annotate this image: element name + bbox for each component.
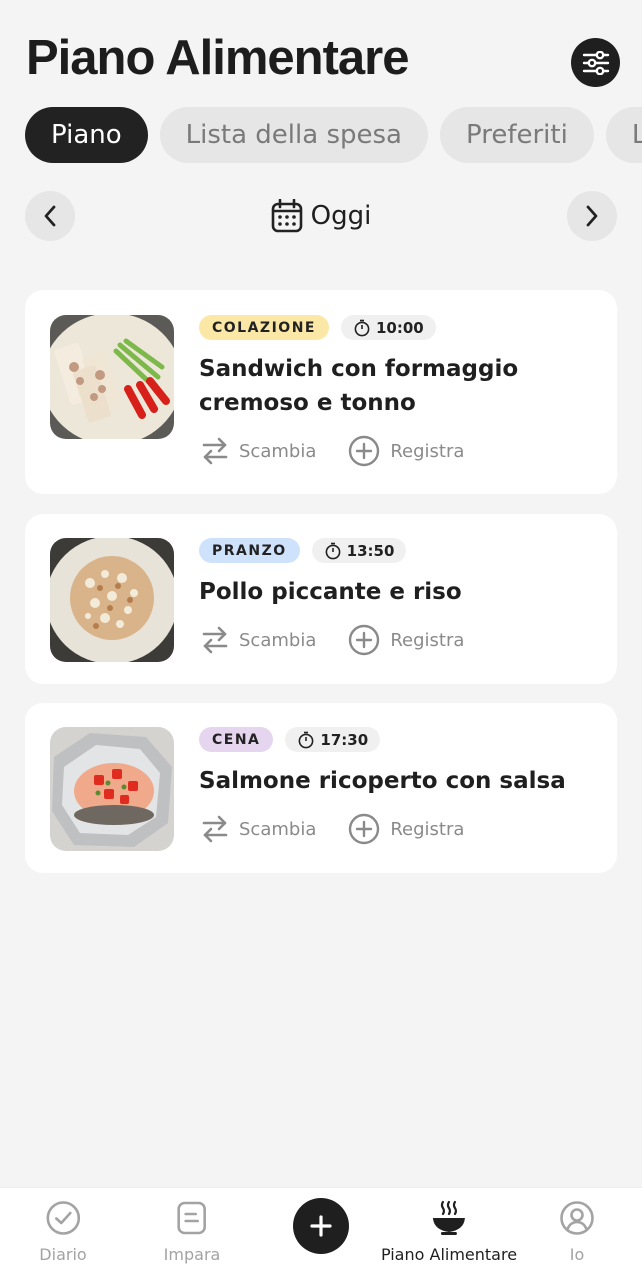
meal-name: Pollo piccante e riso <box>199 579 462 605</box>
document-icon <box>177 1201 207 1235</box>
sliders-icon <box>582 50 609 75</box>
date-selector[interactable]: Oggi <box>0 196 642 236</box>
meal-time: 13:50 <box>311 538 407 563</box>
nav-label: Piano Alimentare <box>380 1245 518 1264</box>
meal-type-badge: PRANZO <box>199 538 300 563</box>
meal-name: Sandwich con formaggio cremoso e tonno <box>199 356 519 416</box>
page-title: Piano Alimentare <box>26 31 409 85</box>
stopwatch-icon <box>298 731 314 748</box>
meal-photo <box>50 727 174 851</box>
swap-meal-button[interactable]: Scambia <box>201 625 316 655</box>
plus-circle-icon <box>349 813 380 845</box>
meal-time: 10:00 <box>340 315 436 340</box>
swap-label: Scambia <box>239 629 317 651</box>
date-label: Oggi <box>310 201 372 231</box>
nav-item-piano-alimentare[interactable]: Piano Alimentare <box>381 1198 517 1264</box>
log-label: Registra <box>390 629 465 651</box>
nav-label: Io <box>569 1245 585 1264</box>
swap-arrows-icon <box>202 437 228 465</box>
meal-photo <box>50 315 174 439</box>
meal-time: 17:30 <box>285 727 381 752</box>
meal-time-label: 13:50 <box>346 541 395 560</box>
bottom-navigation: Diario Impara Piano Alimentare Io <box>0 1187 642 1280</box>
user-circle-icon <box>560 1201 594 1235</box>
nav-item-diario[interactable]: Diario <box>39 1198 87 1264</box>
meal-card-lunch[interactable]: PRANZO 13:50 Pollo piccante e riso Scamb… <box>25 514 617 684</box>
filter-settings-button[interactable] <box>571 38 620 87</box>
stopwatch-icon <box>354 319 370 336</box>
meal-card-breakfast[interactable]: COLAZIONE 10:00 Sandwich con formaggio c… <box>25 290 617 494</box>
log-meal-button[interactable]: Registra <box>348 624 464 656</box>
swap-meal-button[interactable]: Scambia <box>201 436 316 466</box>
meal-name: Salmone ricoperto con salsa <box>199 768 566 794</box>
swap-meal-button[interactable]: Scambia <box>201 814 316 844</box>
stopwatch-icon <box>325 542 341 559</box>
meal-time-label: 10:00 <box>375 318 424 337</box>
calendar-icon <box>271 199 302 233</box>
meal-type-badge: COLAZIONE <box>199 315 329 340</box>
meal-photo <box>50 538 174 662</box>
nav-item-io[interactable]: Io <box>559 1198 595 1264</box>
nav-label: Impara <box>163 1245 221 1264</box>
chevron-right-icon <box>586 205 598 227</box>
swap-label: Scambia <box>239 440 317 462</box>
nav-label: Diario <box>39 1245 87 1264</box>
check-circle-icon <box>46 1201 80 1235</box>
swap-arrows-icon <box>202 815 228 843</box>
tab-favorites[interactable]: Preferiti <box>439 107 594 163</box>
nav-item-impara[interactable]: Impara <box>163 1198 221 1264</box>
swap-arrows-icon <box>202 626 228 654</box>
plus-circle-icon <box>349 624 380 656</box>
tab-partial[interactable]: L <box>605 107 642 163</box>
meal-time-label: 17:30 <box>320 730 369 749</box>
log-label: Registra <box>390 440 465 462</box>
tab-shopping-list[interactable]: Lista della spesa <box>159 107 428 163</box>
tab-plan[interactable]: Piano <box>25 107 148 163</box>
log-label: Registra <box>390 818 465 840</box>
tab-bar: Piano Lista della spesa Preferiti L <box>25 107 642 163</box>
meal-type-badge: CENA <box>199 727 274 752</box>
plus-icon <box>310 1215 332 1237</box>
meal-card-dinner[interactable]: CENA 17:30 Salmone ricoperto con salsa S… <box>25 703 617 873</box>
bowl-icon <box>433 1200 465 1235</box>
add-button[interactable] <box>293 1198 349 1254</box>
swap-label: Scambia <box>239 818 317 840</box>
log-meal-button[interactable]: Registra <box>348 435 464 467</box>
next-day-button[interactable] <box>567 191 617 241</box>
log-meal-button[interactable]: Registra <box>348 813 464 845</box>
plus-circle-icon <box>349 435 380 467</box>
